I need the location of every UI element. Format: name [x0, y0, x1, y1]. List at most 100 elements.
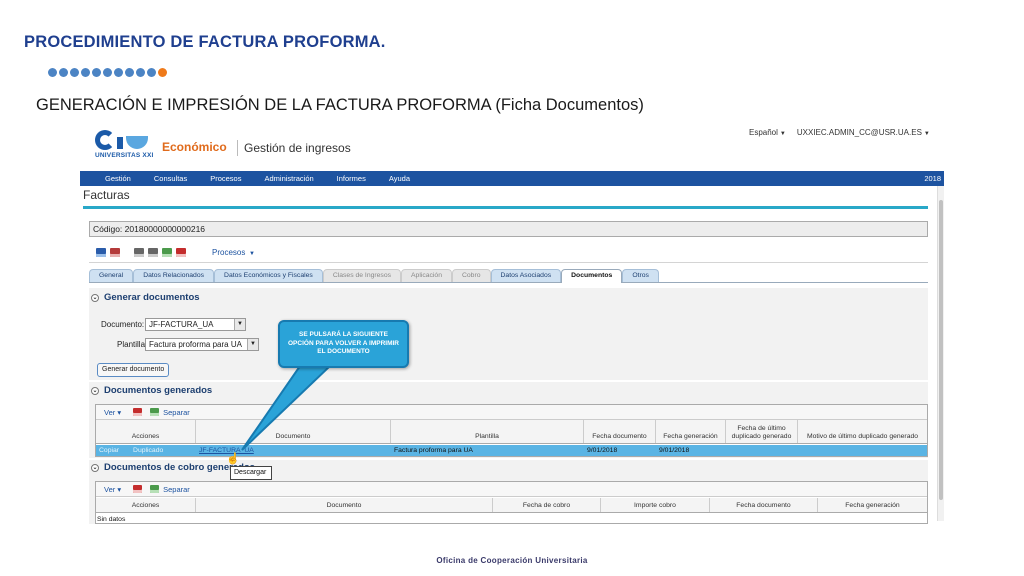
chevron-down-icon: ▼ — [247, 251, 255, 257]
documento-label: Documento: — [101, 320, 145, 329]
chevron-down-icon: ▼ — [923, 130, 930, 137]
pdf-icon[interactable] — [176, 248, 186, 257]
empty-message: Sin datos — [97, 515, 126, 523]
tab-general[interactable]: General — [89, 269, 134, 282]
scroll-thumb[interactable] — [939, 200, 943, 500]
tab-aplicacion[interactable]: Aplicación — [401, 269, 452, 282]
pdf-icon[interactable] — [133, 485, 143, 493]
print-icon[interactable] — [134, 248, 144, 257]
menu-gestion[interactable]: Gestión — [105, 174, 131, 183]
separar-icon — [150, 408, 160, 416]
chevron-down-icon: ▼ — [779, 130, 786, 137]
tab-datos-asociados[interactable]: Datos Asociados — [490, 269, 562, 282]
codigo-field: Código: 20180000000000216 — [89, 221, 928, 237]
column-header[interactable]: Documento — [196, 420, 391, 443]
record-tabs: General Datos Relacionados Datos Económi… — [89, 269, 928, 283]
generados-grid: Ver ▾ Separar Acciones Documento Plantil… — [95, 404, 928, 457]
procesos-dropdown[interactable]: Procesos ▼ — [212, 248, 255, 257]
year-label: 2018 — [924, 174, 941, 183]
title-underline — [83, 206, 928, 209]
generar-section — [89, 288, 928, 380]
column-header[interactable]: Fecha de último duplicado generado — [726, 420, 798, 443]
column-header[interactable]: Importe cobro — [601, 498, 710, 512]
tab-datos-relacionados[interactable]: Datos Relacionados — [133, 269, 215, 282]
export-icon[interactable] — [162, 248, 172, 257]
generados-grid-toolbar: Ver ▾ Separar — [96, 405, 927, 420]
vertical-scrollbar[interactable] — [937, 186, 944, 521]
column-header[interactable]: Acciones — [96, 498, 196, 512]
collapse-icon[interactable]: ⌄ — [91, 293, 99, 302]
header-divider — [237, 140, 238, 156]
user-menu[interactable]: UXXIEC.ADMIN_CC@USR.UA.ES ▼ — [797, 128, 930, 137]
separar-button[interactable]: Separar — [163, 485, 190, 494]
slide-title: PROCEDIMIENTO DE FACTURA PROFORMA. — [24, 33, 386, 51]
menu-administracion[interactable]: Administración — [264, 174, 313, 183]
instruction-callout: SE PULSARÁ LA SIGUIENTE OPCIÓN PARA VOLV… — [278, 320, 409, 368]
cobro-grid: Ver ▾ Separar Acciones Documento Fecha d… — [95, 481, 928, 524]
main-menu: Gestión Consultas Procesos Administració… — [80, 171, 944, 186]
column-header[interactable]: Fecha documento — [710, 498, 818, 512]
app-name: Económico — [162, 140, 227, 154]
collapse-icon[interactable]: ⌄ — [91, 463, 99, 472]
column-header[interactable]: Fecha generación — [818, 498, 927, 512]
fecha-documento-cell: 9/01/2018 — [587, 447, 618, 454]
column-header[interactable]: Acciones — [96, 420, 196, 443]
decorative-dots — [48, 68, 167, 77]
separar-button[interactable]: Separar — [163, 408, 190, 417]
menu-informes[interactable]: Informes — [337, 174, 366, 183]
universitas-logo: UNIVERSITAS XXI — [95, 130, 154, 159]
slide-footer: Oficina de Cooperación Universitaria — [436, 556, 588, 565]
fecha-generacion-cell: 9/01/2018 — [659, 447, 690, 454]
ver-dropdown[interactable]: Ver ▾ — [104, 408, 121, 417]
app-screenshot: UNIVERSITAS XXI Económico Gestión de ing… — [80, 122, 944, 524]
table-row: Sin datos — [96, 514, 927, 524]
menu-ayuda[interactable]: Ayuda — [389, 174, 410, 183]
save-icon[interactable] — [96, 248, 106, 257]
plantilla-select[interactable]: Factura proforma para UA ▼ — [145, 338, 259, 351]
pdf-icon[interactable] — [133, 408, 143, 416]
ver-dropdown[interactable]: Ver ▾ — [104, 485, 121, 494]
copiar-action[interactable]: Copiar — [99, 447, 119, 454]
table-row[interactable]: Copiar Duplicado JF-FACTURA_UA Factura p… — [96, 445, 927, 456]
slide-subtitle: GENERACIÓN E IMPRESIÓN DE LA FACTURA PRO… — [36, 96, 644, 114]
fecha-duplicado-cell — [726, 445, 798, 456]
generar-documento-button[interactable]: Generar documento — [97, 363, 170, 377]
column-header[interactable]: Fecha generación — [656, 420, 726, 443]
save-close-icon[interactable] — [110, 248, 120, 257]
cobro-header-row: Acciones Documento Fecha de cobro Import… — [96, 498, 927, 513]
print-preview-icon[interactable] — [148, 248, 158, 257]
tab-datos-economicos[interactable]: Datos Económicos y Fiscales — [214, 269, 323, 282]
plantilla-cell: Factura proforma para UA — [394, 447, 473, 454]
chevron-down-icon: ▼ — [234, 319, 245, 330]
record-toolbar: Procesos ▼ — [89, 243, 928, 263]
generar-header[interactable]: ⌄ Generar documentos — [91, 292, 200, 303]
plantilla-label: Plantilla — [117, 340, 146, 349]
column-header[interactable]: Fecha de cobro — [493, 498, 601, 512]
page-title: Facturas — [83, 188, 130, 202]
collapse-icon[interactable]: ⌄ — [91, 386, 99, 395]
module-name: Gestión de ingresos — [244, 141, 351, 155]
documento-select[interactable]: JF-FACTURA_UA ▼ — [145, 318, 246, 331]
tab-cobro[interactable]: Cobro — [451, 269, 491, 282]
language-selector[interactable]: Español ▼ — [749, 128, 786, 137]
tab-documentos[interactable]: Documentos — [561, 269, 623, 283]
chevron-down-icon: ▼ — [247, 339, 258, 350]
duplicado-action[interactable]: Duplicado — [133, 447, 163, 454]
cobro-grid-toolbar: Ver ▾ Separar — [96, 482, 927, 497]
menu-consultas[interactable]: Consultas — [154, 174, 187, 183]
separar-icon — [150, 485, 160, 493]
hand-cursor-icon: ☝ — [226, 453, 240, 465]
user-bar: Español ▼ UXXIEC.ADMIN_CC@USR.UA.ES ▼ — [749, 127, 944, 137]
column-header[interactable]: Documento — [196, 498, 493, 512]
descargar-tooltip: Descargar — [230, 466, 272, 480]
tab-clases-ingresos[interactable]: Clases de Ingresos — [322, 269, 401, 282]
generados-header[interactable]: ⌄ Documentos generados — [91, 385, 212, 396]
column-header[interactable]: Motivo de último duplicado generado — [798, 420, 927, 443]
motivo-cell — [798, 445, 927, 456]
generados-header-row: Acciones Documento Plantilla Fecha docum… — [96, 420, 927, 444]
column-header[interactable]: Fecha documento — [584, 420, 656, 443]
menu-procesos[interactable]: Procesos — [210, 174, 241, 183]
tab-otros[interactable]: Otros — [622, 269, 659, 282]
row-actions: Copiar Duplicado — [96, 445, 196, 456]
column-header[interactable]: Plantilla — [391, 420, 584, 443]
